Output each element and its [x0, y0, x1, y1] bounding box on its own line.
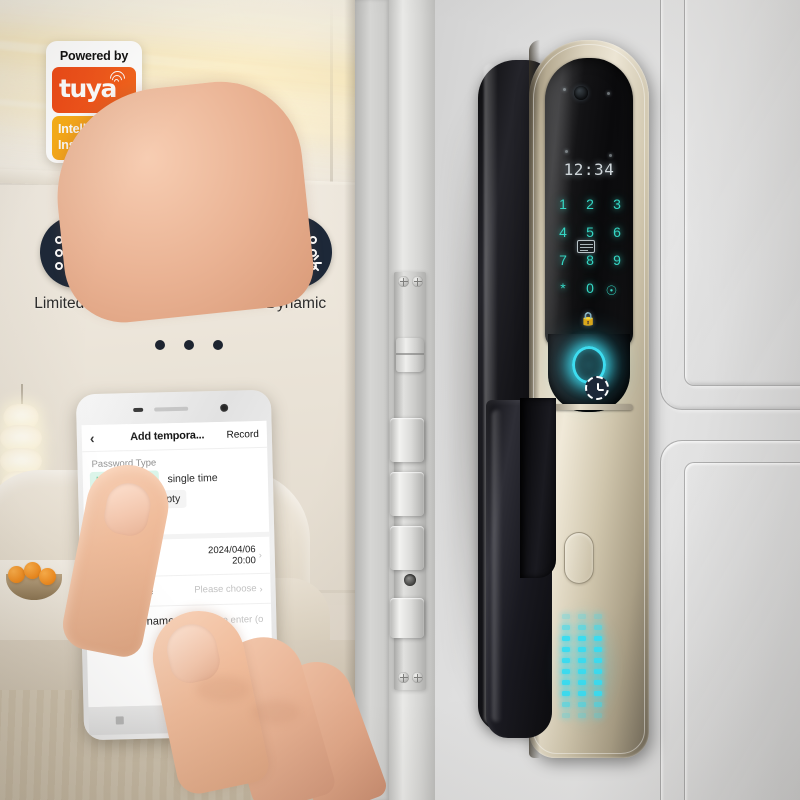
door-panel-inner	[684, 0, 800, 386]
keypad-key-star[interactable]: *	[552, 280, 574, 296]
earpiece-icon	[154, 406, 189, 412]
thumbnail	[101, 479, 155, 539]
deadbolt-icon	[390, 526, 424, 570]
record-button[interactable]: Record	[226, 428, 259, 440]
page-title: Add tempora...	[129, 429, 205, 444]
row-right: Please choose ›	[194, 583, 263, 596]
keypad-key-9[interactable]: 9	[606, 252, 628, 268]
keypad-key-5[interactable]: 5	[579, 224, 601, 240]
padlock-icon: 🔒	[580, 311, 597, 326]
door-panel-inner	[684, 462, 800, 800]
keypad-key-0[interactable]: 0	[579, 280, 601, 296]
clock-badge-icon	[585, 376, 609, 400]
keypad-row: 1 2 3	[552, 196, 628, 212]
key-cover-oval-icon[interactable]	[564, 532, 594, 584]
keypad-key-6[interactable]: 6	[606, 224, 628, 240]
deadbolt-icon	[390, 472, 424, 516]
wifi-arc-icon	[106, 67, 129, 90]
door-jamb	[355, 0, 389, 800]
keypad-key-1[interactable]: 1	[552, 196, 574, 212]
screw-icon	[412, 672, 423, 683]
handle-notch	[520, 398, 556, 578]
ir-sensor-dot-icon	[607, 92, 610, 95]
knuckle-shading	[196, 676, 250, 702]
doorbell-icon[interactable]: ☉	[604, 283, 619, 299]
lock-clock-display: 12:34	[563, 160, 615, 179]
lock-bezel-divider	[545, 404, 633, 410]
deadbolt-icon	[390, 598, 424, 638]
screw-icon	[412, 276, 423, 287]
carousel-dots[interactable]	[155, 340, 223, 350]
keyhole-icon	[404, 574, 416, 586]
deadbolt-icon	[390, 418, 424, 462]
ir-sensor-dot-icon	[565, 150, 568, 153]
powered-by-label: Powered by	[59, 49, 129, 63]
keypad-row: 7 8 9	[552, 252, 628, 268]
led-dot-matrix-icon	[562, 614, 606, 718]
keypad-key-7[interactable]: 7	[552, 252, 574, 268]
knuckle-shading	[252, 700, 300, 724]
screw-icon	[398, 672, 409, 683]
latch-bolt-icon	[396, 338, 424, 372]
carousel-dot[interactable]	[213, 340, 223, 350]
front-camera-icon	[220, 403, 229, 412]
keypad-row: 4 5 6	[552, 224, 628, 240]
proximity-sensor-icon	[133, 407, 144, 413]
effective-time-value: 2024/04/06 20:00	[207, 544, 257, 567]
product-image-canvas: 12:34 1 2 3 4 5 6 7 8 9 * 0 ☉ 🔒 Limited …	[0, 0, 800, 800]
chip-single-time[interactable]: single time	[161, 468, 224, 489]
handle-highlight	[492, 410, 502, 722]
camera-lens-icon	[574, 86, 588, 100]
carousel-dot[interactable]	[184, 340, 194, 350]
screw-icon	[398, 276, 409, 287]
carousel-dot[interactable]	[155, 340, 165, 350]
orange-fruit-icon	[39, 568, 56, 585]
keypad-key-2[interactable]: 2	[579, 196, 601, 212]
keypad-key-8[interactable]: 8	[579, 252, 601, 268]
rfid-card-icon	[577, 240, 595, 253]
orange-fruit-icon	[8, 566, 25, 583]
keypad-key-4[interactable]: 4	[552, 224, 574, 240]
invalid-time-placeholder: Please choose	[194, 583, 257, 596]
ir-sensor-dot-icon	[563, 88, 566, 91]
tuya-wordmark: tuya	[59, 74, 117, 103]
chevron-right-icon: ›	[259, 583, 263, 594]
keypad-key-3[interactable]: 3	[606, 196, 628, 212]
row-right: 2024/04/06 20:00 ›	[208, 544, 262, 567]
square-icon[interactable]	[116, 716, 125, 725]
chevron-left-icon[interactable]: ‹	[90, 430, 108, 446]
chevron-right-icon: ›	[258, 549, 262, 561]
ir-sensor-dot-icon	[609, 154, 612, 157]
